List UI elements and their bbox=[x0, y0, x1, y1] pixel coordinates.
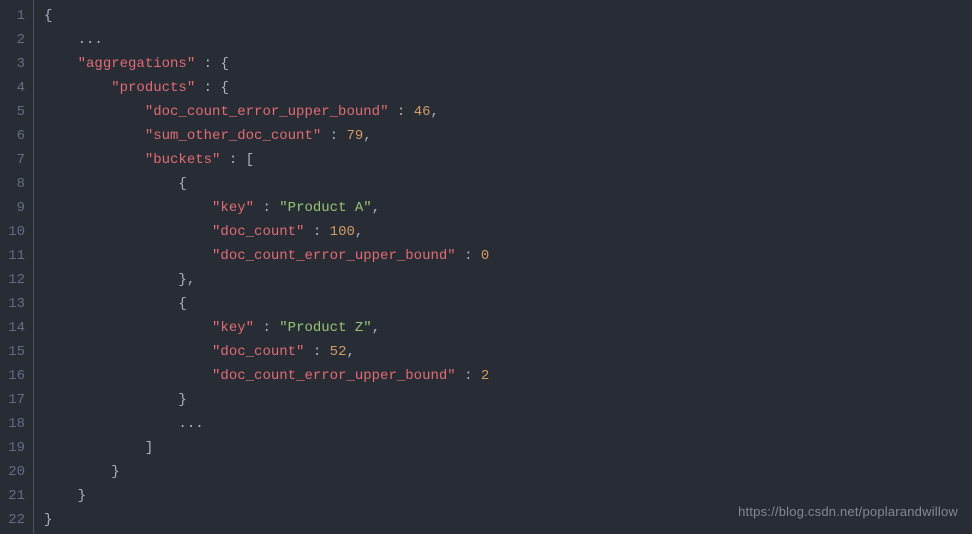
code-line: ... bbox=[44, 28, 489, 52]
code-line: "doc_count" : 100, bbox=[44, 220, 489, 244]
line-number: 22 bbox=[6, 508, 25, 532]
line-number: 7 bbox=[6, 148, 25, 172]
line-number: 18 bbox=[6, 412, 25, 436]
line-number: 14 bbox=[6, 316, 25, 340]
code-line: "products" : { bbox=[44, 76, 489, 100]
line-number: 17 bbox=[6, 388, 25, 412]
line-number: 20 bbox=[6, 460, 25, 484]
line-number: 19 bbox=[6, 436, 25, 460]
code-line: { bbox=[44, 4, 489, 28]
code-line: { bbox=[44, 172, 489, 196]
line-number: 6 bbox=[6, 124, 25, 148]
line-number: 1 bbox=[6, 4, 25, 28]
line-number: 2 bbox=[6, 28, 25, 52]
line-number: 5 bbox=[6, 100, 25, 124]
code-line: ... bbox=[44, 412, 489, 436]
line-number: 4 bbox=[6, 76, 25, 100]
line-number: 16 bbox=[6, 364, 25, 388]
code-line: { bbox=[44, 292, 489, 316]
code-line: "key" : "Product Z", bbox=[44, 316, 489, 340]
line-number: 8 bbox=[6, 172, 25, 196]
line-number: 15 bbox=[6, 340, 25, 364]
line-number: 9 bbox=[6, 196, 25, 220]
code-line: }, bbox=[44, 268, 489, 292]
code-line: "buckets" : [ bbox=[44, 148, 489, 172]
line-number-gutter: 12345678910111213141516171819202122 bbox=[0, 0, 34, 534]
code-line: "aggregations" : { bbox=[44, 52, 489, 76]
code-line: } bbox=[44, 508, 489, 532]
watermark-url: https://blog.csdn.net/poplarandwillow bbox=[738, 500, 958, 524]
code-line: "doc_count_error_upper_bound" : 2 bbox=[44, 364, 489, 388]
line-number: 10 bbox=[6, 220, 25, 244]
code-line: "key" : "Product A", bbox=[44, 196, 489, 220]
code-line: "doc_count_error_upper_bound" : 0 bbox=[44, 244, 489, 268]
code-line: } bbox=[44, 484, 489, 508]
line-number: 13 bbox=[6, 292, 25, 316]
code-editor: 12345678910111213141516171819202122 { ..… bbox=[0, 0, 972, 534]
code-line: } bbox=[44, 388, 489, 412]
code-line: "sum_other_doc_count" : 79, bbox=[44, 124, 489, 148]
line-number: 11 bbox=[6, 244, 25, 268]
code-line: "doc_count" : 52, bbox=[44, 340, 489, 364]
code-line: ] bbox=[44, 436, 489, 460]
line-number: 3 bbox=[6, 52, 25, 76]
code-line: "doc_count_error_upper_bound" : 46, bbox=[44, 100, 489, 124]
line-number: 12 bbox=[6, 268, 25, 292]
line-number: 21 bbox=[6, 484, 25, 508]
code-content: { ... "aggregations" : { "products" : { … bbox=[34, 0, 489, 534]
code-line: } bbox=[44, 460, 489, 484]
